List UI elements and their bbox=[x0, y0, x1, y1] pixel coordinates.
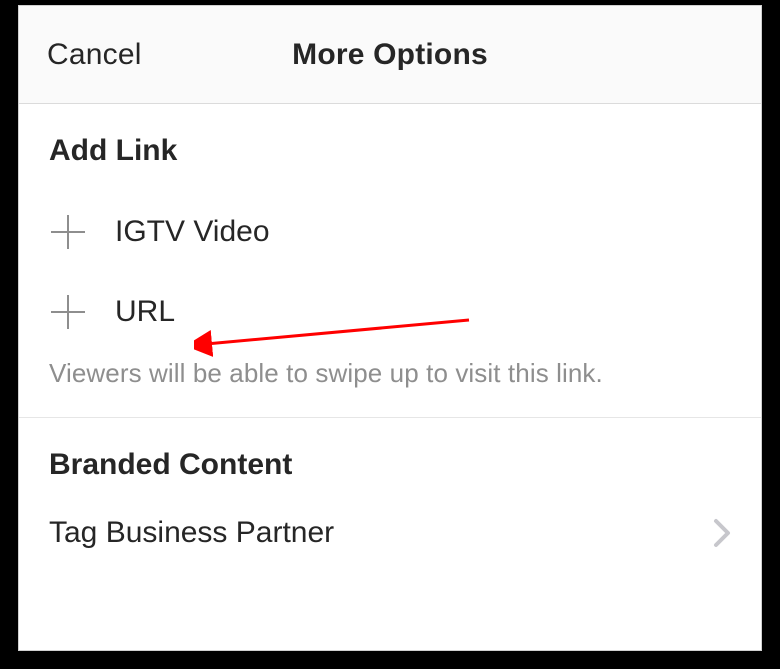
plus-icon bbox=[49, 293, 87, 331]
plus-icon bbox=[49, 213, 87, 251]
add-url-label: URL bbox=[115, 295, 175, 329]
more-options-screen: Cancel More Options Add Link IGTV Video … bbox=[18, 5, 762, 651]
branded-content-heading: Branded Content bbox=[49, 448, 731, 482]
header-bar: Cancel More Options bbox=[19, 6, 761, 104]
add-igtv-video-row[interactable]: IGTV Video bbox=[49, 198, 731, 266]
add-link-helper-text: Viewers will be able to swipe up to visi… bbox=[49, 358, 731, 389]
chevron-right-icon bbox=[713, 518, 731, 548]
tag-business-partner-label: Tag Business Partner bbox=[49, 516, 334, 550]
page-title: More Options bbox=[292, 38, 488, 72]
tag-business-partner-row[interactable]: Tag Business Partner bbox=[49, 516, 731, 550]
add-url-row[interactable]: URL bbox=[49, 278, 731, 346]
add-igtv-label: IGTV Video bbox=[115, 215, 270, 249]
branded-content-section: Branded Content Tag Business Partner bbox=[19, 418, 761, 550]
add-link-section: Add Link IGTV Video URL Viewers will be … bbox=[19, 104, 761, 418]
add-link-heading: Add Link bbox=[49, 134, 731, 168]
cancel-button[interactable]: Cancel bbox=[47, 38, 142, 72]
